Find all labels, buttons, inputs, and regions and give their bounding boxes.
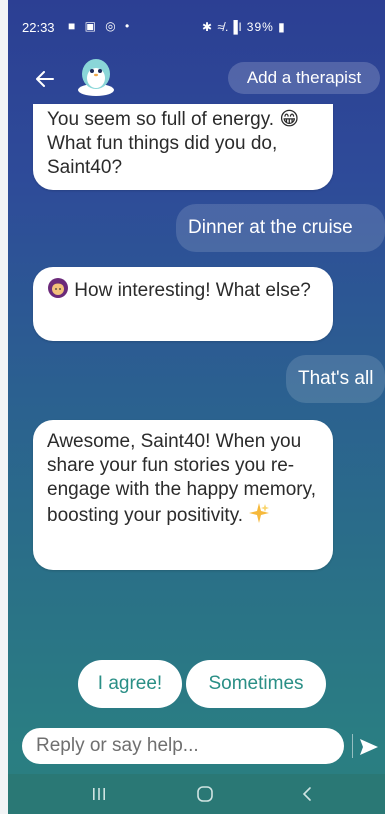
send-button[interactable] <box>358 736 380 758</box>
window-edge <box>0 0 8 814</box>
back-chevron-icon <box>302 787 311 801</box>
composer <box>8 724 385 770</box>
person-emoji-icon <box>47 277 69 306</box>
chat-area: You seem so full of energy. 😁 What fun t… <box>8 0 385 700</box>
message-text: Awesome, Saint40! When you share your fu… <box>47 431 316 526</box>
send-icon <box>360 739 378 755</box>
wysa-avatar[interactable] <box>74 56 118 96</box>
home-button[interactable] <box>190 782 220 806</box>
quick-reply-sometimes[interactable]: Sometimes <box>186 660 326 708</box>
quick-replies: I agree! Sometimes <box>8 660 385 710</box>
system-nav-bar <box>8 774 385 814</box>
bot-message: How interesting! What else? <box>33 267 333 341</box>
message-text: You seem so full of energy. 😁 What fun t… <box>47 109 300 178</box>
screen: 22:33 ■ ▣ ◎ • ✱ ≉.▐l 39% ▮ You seem so f… <box>0 0 385 814</box>
composer-divider <box>352 734 353 758</box>
user-message: Dinner at the cruise <box>176 204 385 252</box>
reply-input[interactable] <box>22 728 344 764</box>
phone-screen: 22:33 ■ ▣ ◎ • ✱ ≉.▐l 39% ▮ You seem so f… <box>8 0 385 814</box>
arrow-left-icon <box>36 71 54 87</box>
user-message: That's all <box>286 355 385 403</box>
recent-apps-icon <box>93 788 105 800</box>
message-text: That's all <box>298 368 374 389</box>
message-text: How interesting! What else? <box>74 280 311 301</box>
recent-apps-button[interactable] <box>84 782 114 806</box>
sparkle-icon <box>248 502 270 531</box>
bot-message: Awesome, Saint40! When you share your fu… <box>33 420 333 570</box>
message-text: Dinner at the cruise <box>188 217 353 238</box>
add-therapist-button[interactable]: Add a therapist <box>228 62 380 94</box>
back-button[interactable] <box>28 62 62 96</box>
nav-back-button[interactable] <box>292 782 322 806</box>
home-icon <box>197 786 213 802</box>
chat-header: Add a therapist <box>8 52 385 104</box>
bot-message: You seem so full of energy. 😁 What fun t… <box>33 104 333 190</box>
quick-reply-agree[interactable]: I agree! <box>78 660 182 708</box>
